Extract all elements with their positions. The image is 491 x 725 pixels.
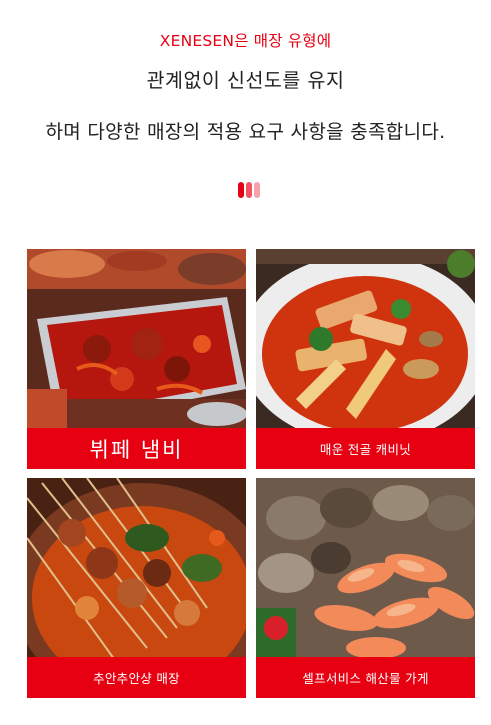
card-buffet-hotpot[interactable]: 뷔페 냄비 [27, 249, 246, 469]
card-label: 추안추안샹 매장 [27, 657, 246, 698]
divider-dot [246, 182, 252, 198]
intro-line-3: 하며 다양한 매장의 적용 요구 사항을 충족합니다. [45, 121, 446, 143]
section-divider-dots [238, 182, 264, 198]
card-label: 매운 전골 캐비닛 [256, 428, 475, 469]
card-self-service-seafood[interactable]: 셀프서비스 해산물 가게 [256, 478, 475, 698]
card-skewer-hotpot-store[interactable]: 추안추안샹 매장 [27, 478, 246, 698]
product-page: XENESEN은 매장 유형에 관계없이 신선도를 유지 하며 다양한 매장의 … [0, 0, 491, 725]
card-label: 뷔페 냄비 [27, 428, 246, 469]
intro-line-2: 관계없이 신선도를 유지 [146, 69, 345, 92]
divider-dot [254, 182, 260, 198]
intro-line-1: XENESEN은 매장 유형에 [159, 32, 332, 50]
card-label: 셀프서비스 해산물 가게 [256, 657, 475, 698]
card-spicy-hotpot-cabinet[interactable]: 매운 전골 캐비닛 [256, 249, 475, 469]
divider-dot [238, 182, 244, 198]
